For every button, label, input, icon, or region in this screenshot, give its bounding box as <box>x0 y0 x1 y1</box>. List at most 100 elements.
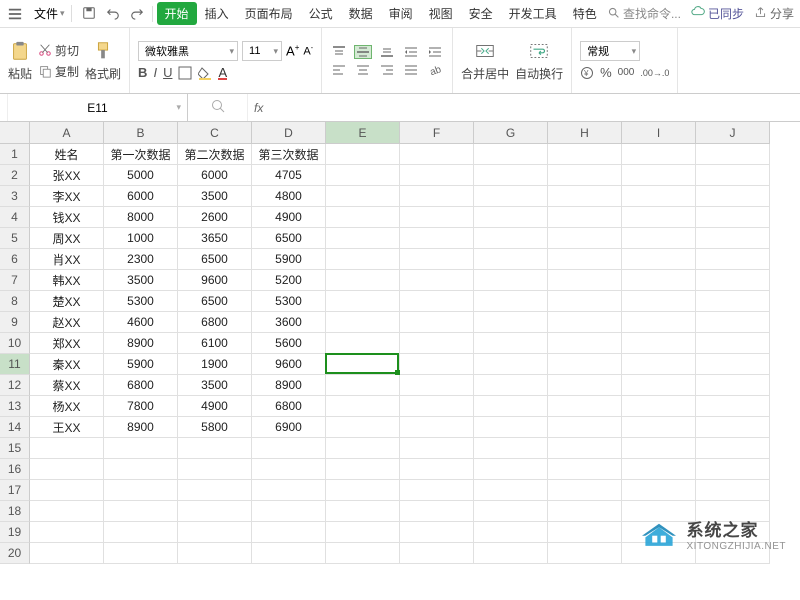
ribbon-tab-7[interactable]: 安全 <box>461 1 501 26</box>
cell[interactable] <box>696 396 770 417</box>
cell[interactable] <box>326 207 400 228</box>
cell[interactable]: 3650 <box>178 228 252 249</box>
cell[interactable] <box>400 165 474 186</box>
cell[interactable] <box>474 144 548 165</box>
cell[interactable]: 5200 <box>252 270 326 291</box>
cell[interactable]: 6500 <box>178 249 252 270</box>
ribbon-tab-0[interactable]: 开始 <box>157 2 197 25</box>
ribbon-tab-3[interactable]: 公式 <box>301 1 341 26</box>
cell[interactable] <box>400 312 474 333</box>
cell[interactable] <box>696 312 770 333</box>
italic-button[interactable]: I <box>153 65 157 80</box>
cell[interactable]: 5600 <box>252 333 326 354</box>
cell[interactable] <box>104 543 178 564</box>
cell[interactable] <box>252 543 326 564</box>
align-right-button[interactable] <box>378 63 396 77</box>
cell[interactable] <box>326 228 400 249</box>
cell[interactable]: 9600 <box>252 354 326 375</box>
cell[interactable]: 6500 <box>252 228 326 249</box>
cell[interactable] <box>548 396 622 417</box>
row-header[interactable]: 18 <box>0 501 30 522</box>
cell[interactable] <box>548 333 622 354</box>
cell[interactable] <box>548 291 622 312</box>
currency-button[interactable]: ¥ <box>580 66 594 80</box>
align-top-button[interactable] <box>330 45 348 59</box>
cell[interactable] <box>30 438 104 459</box>
cell[interactable] <box>696 186 770 207</box>
command-search[interactable]: 查找命令... <box>607 5 681 22</box>
cell[interactable] <box>622 438 696 459</box>
cell[interactable] <box>400 375 474 396</box>
cell[interactable] <box>326 333 400 354</box>
column-header[interactable]: F <box>400 122 474 144</box>
cell[interactable] <box>326 543 400 564</box>
paste-button[interactable]: 粘贴 <box>8 39 32 82</box>
cell[interactable] <box>622 354 696 375</box>
font-family-select[interactable]: 微软雅黑 <box>138 41 238 61</box>
cell[interactable]: 韩XX <box>30 270 104 291</box>
border-button[interactable] <box>178 66 192 80</box>
cell[interactable]: 6000 <box>178 165 252 186</box>
column-header[interactable]: A <box>30 122 104 144</box>
cell[interactable]: 5900 <box>252 249 326 270</box>
cell[interactable] <box>178 501 252 522</box>
cell[interactable] <box>178 480 252 501</box>
cell[interactable] <box>696 228 770 249</box>
cell[interactable] <box>178 459 252 480</box>
cell[interactable] <box>548 249 622 270</box>
cell[interactable] <box>474 522 548 543</box>
cell[interactable] <box>178 438 252 459</box>
cell[interactable] <box>548 207 622 228</box>
cell[interactable] <box>548 438 622 459</box>
cell[interactable] <box>474 396 548 417</box>
cell[interactable] <box>474 333 548 354</box>
cell[interactable] <box>474 291 548 312</box>
cell[interactable] <box>474 270 548 291</box>
cell[interactable] <box>696 480 770 501</box>
cell[interactable]: 楚XX <box>30 291 104 312</box>
insert-function-icon[interactable] <box>211 99 225 116</box>
cell[interactable] <box>622 375 696 396</box>
cell[interactable] <box>30 501 104 522</box>
cell[interactable]: 4800 <box>252 186 326 207</box>
wrap-text-button[interactable]: 自动换行 <box>515 39 563 82</box>
ribbon-tab-4[interactable]: 数据 <box>341 1 381 26</box>
undo-icon[interactable] <box>106 6 122 22</box>
percent-button[interactable]: % <box>600 65 612 80</box>
cell[interactable]: 6800 <box>104 375 178 396</box>
cell[interactable]: 肖XX <box>30 249 104 270</box>
row-header[interactable]: 6 <box>0 249 30 270</box>
cell[interactable]: 6000 <box>104 186 178 207</box>
cell[interactable] <box>696 438 770 459</box>
column-header[interactable]: C <box>178 122 252 144</box>
cell[interactable] <box>548 501 622 522</box>
underline-button[interactable]: U <box>163 65 172 80</box>
cell[interactable] <box>400 228 474 249</box>
cell[interactable] <box>474 354 548 375</box>
cell[interactable]: 4600 <box>104 312 178 333</box>
cell[interactable] <box>400 207 474 228</box>
cell[interactable] <box>400 354 474 375</box>
row-header[interactable]: 11 <box>0 354 30 375</box>
cell[interactable] <box>326 375 400 396</box>
name-box-input[interactable] <box>8 101 187 115</box>
cell[interactable]: 5300 <box>104 291 178 312</box>
cell[interactable] <box>696 270 770 291</box>
cell[interactable] <box>326 312 400 333</box>
cell[interactable]: 6800 <box>178 312 252 333</box>
cell[interactable] <box>548 522 622 543</box>
cell[interactable]: 3500 <box>104 270 178 291</box>
row-header[interactable]: 17 <box>0 480 30 501</box>
cell[interactable]: 7800 <box>104 396 178 417</box>
cell[interactable]: 2300 <box>104 249 178 270</box>
cell[interactable]: 1900 <box>178 354 252 375</box>
cell[interactable]: 5800 <box>178 417 252 438</box>
ribbon-tab-9[interactable]: 特色 <box>565 1 605 26</box>
cell[interactable] <box>548 165 622 186</box>
cell[interactable] <box>548 543 622 564</box>
increase-indent-button[interactable] <box>426 45 444 59</box>
cell[interactable] <box>252 480 326 501</box>
row-header[interactable]: 16 <box>0 459 30 480</box>
cell[interactable]: 5900 <box>104 354 178 375</box>
cell[interactable] <box>622 144 696 165</box>
